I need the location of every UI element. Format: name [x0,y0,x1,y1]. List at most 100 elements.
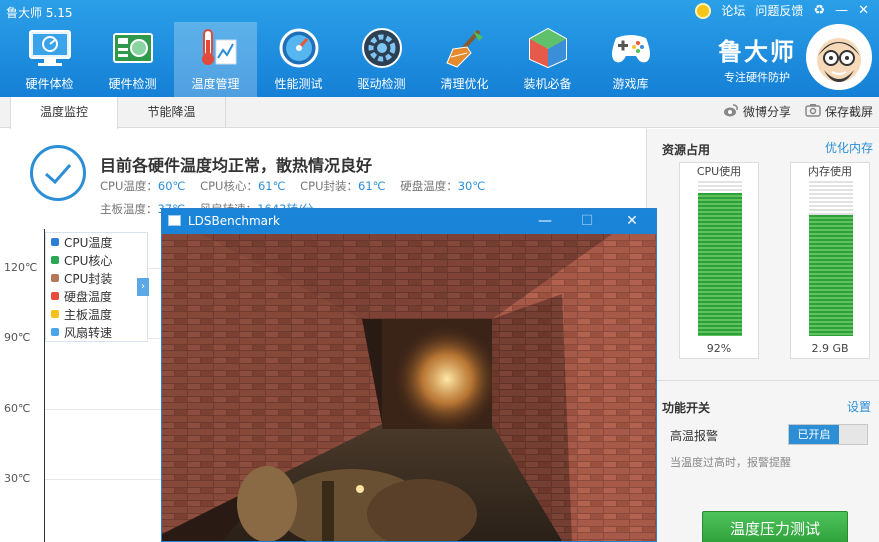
legend-swatch [51,328,59,336]
memory-usage-value: 2.9 GB [811,342,849,355]
save-screenshot-button[interactable]: 保存截屏 [805,103,873,120]
nav-game-library[interactable]: 游戏库 [589,22,672,97]
legend-item-board-temp[interactable]: 主板温度 [46,305,147,323]
cpu-usage-bar [698,181,742,336]
legend-label: CPU核心 [64,253,113,268]
memory-usage-bar [809,181,853,336]
nav-performance-test[interactable]: 性能测试 [257,22,340,97]
tab-energy-saving[interactable]: 节能降温 [118,97,226,128]
weibo-icon [723,103,739,120]
high-temp-alarm-hint: 当温度过高时，报警提醒 [670,456,791,469]
camera-icon [805,103,821,120]
gear-icon [359,26,405,70]
memory-usage-meter: 内存使用 2.9 GB [790,162,870,359]
mascot-avatar[interactable] [806,24,872,90]
cpu-usage-value: 92% [706,342,732,355]
benchmark-minimize-button[interactable]: — [525,211,565,231]
nav-hardware-detect[interactable]: 硬件检测 [91,22,174,97]
main-nav: 硬件体检 硬件检测 温度管理 性能测试 驱动检测 清理优化 装机必备 游戏库 [8,22,672,97]
nav-label: 驱动检测 [357,77,406,91]
status-title: 目前各硬件温度均正常，散热情况良好 [100,156,373,175]
legend-label: 风扇转速 [64,325,113,340]
nav-hardware-checkup[interactable]: 硬件体检 [8,22,91,97]
nav-label: 硬件体检 [25,77,74,91]
cpu-core-value: 61℃ [257,179,286,193]
weibo-share-button[interactable]: 微博分享 [723,103,791,120]
high-temp-alarm-toggle[interactable]: 已开启 [788,424,868,445]
gamepad-icon [608,26,654,70]
window-controls: 论坛 问题反馈 ♻ — ✕ [695,2,869,19]
legend-item-disk-temp[interactable]: 硬盘温度 [46,287,147,305]
app-window: 鲁大师 5.15 论坛 问题反馈 ♻ — ✕ 硬件体检 硬件检测 温度管理 性能… [0,0,879,542]
cpu-temp-value: 60℃ [157,179,186,193]
nav-label: 清理优化 [440,77,489,91]
brand-slogan: 专注硬件防护 [724,71,790,84]
monitor-icon [27,26,73,70]
legend-label: CPU温度 [64,235,113,250]
benchmark-close-button[interactable]: ✕ [612,211,652,231]
y-tick-label: 30℃ [4,472,31,485]
toggle-state: 已开启 [789,425,839,444]
legend-item-cpu-package[interactable]: CPU封装 [46,269,147,287]
nav-label: 硬件检测 [108,77,157,91]
circuit-board-icon [110,26,156,70]
legend-swatch [51,310,59,318]
nav-driver-detect[interactable]: 驱动检测 [340,22,423,97]
legend-item-cpu-core[interactable]: CPU核心 [46,251,147,269]
broom-icon [442,26,488,70]
coin-icon[interactable] [695,2,712,19]
close-icon[interactable]: ✕ [858,3,869,19]
resource-usage-title: 资源占用 [662,143,711,157]
status-check-icon [30,145,86,201]
legend-swatch [51,238,59,246]
disk-temp-label: 硬盘温度： [400,179,458,193]
right-panel: 资源占用 优化内存 CPU使用 92% 内存使用 2.9 GB 功能开关 设置 … [646,129,879,542]
divider [647,380,879,381]
nav-label: 游戏库 [612,77,649,91]
benchmark-title: LDSBenchmark [188,214,280,228]
skin-icon[interactable]: ♻ [813,3,825,19]
y-tick-label: 60℃ [4,402,31,415]
legend-item-fan-speed[interactable]: 风扇转速 [46,323,147,341]
cpu-core-label: CPU核心： [200,179,258,193]
weibo-share-label: 微博分享 [742,105,791,119]
benchmark-3d-scene [162,234,656,542]
brand-name: 鲁大师 [718,38,796,66]
app-window-icon [168,215,181,226]
temperature-stress-test-button[interactable]: 温度压力测试 [702,511,848,542]
nav-label: 装机必备 [523,77,572,91]
disk-temp-value: 30℃ [457,179,486,193]
cube-icon [525,26,571,70]
function-switch-title: 功能开关 [662,401,711,415]
nav-label: 温度管理 [191,77,240,91]
status-line-cpu: CPU温度：60℃ CPU核心：61℃ CPU封装：61℃ 硬盘温度：30℃ [100,178,485,194]
app-title: 鲁大师 5.15 [6,6,73,20]
settings-link[interactable]: 设置 [847,398,871,415]
minimize-icon[interactable]: — [835,3,848,19]
legend-item-cpu-temp[interactable]: CPU温度 [46,233,147,251]
y-tick-label: 120℃ [4,261,38,274]
benchmark-window[interactable]: LDSBenchmark — ☐ ✕ [161,208,657,542]
legend-collapse-button[interactable]: › [137,278,149,296]
legend-label: 主板温度 [64,307,113,322]
chart-legend: CPU温度 CPU核心 CPU封装 硬盘温度 主板温度 风扇转速 [45,232,148,342]
benchmark-titlebar[interactable]: LDSBenchmark — ☐ ✕ [162,209,656,234]
feedback-link[interactable]: 问题反馈 [755,2,803,19]
y-tick-label: 90℃ [4,331,31,344]
benchmark-maximize-button[interactable]: ☐ [567,211,607,231]
cpu-usage-label: CPU使用 [696,165,742,178]
legend-label: 硬盘温度 [64,289,113,304]
legend-swatch [51,256,59,264]
nav-clean-optimize[interactable]: 清理优化 [423,22,506,97]
tab-temperature-monitor[interactable]: 温度监控 [10,97,118,129]
high-temp-alarm-label: 高温报警 [670,429,719,443]
forum-link[interactable]: 论坛 [721,2,745,19]
nav-temperature-management[interactable]: 温度管理 [174,22,257,97]
cpu-package-label: CPU封装： [300,179,359,193]
cpu-temp-label: CPU温度： [100,179,158,193]
optimize-memory-link[interactable]: 优化内存 [825,139,873,156]
tab-actions: 微博分享 保存截屏 [723,103,873,120]
nav-essentials[interactable]: 装机必备 [506,22,589,97]
speedometer-icon [276,26,322,70]
cpu-usage-meter: CPU使用 92% [679,162,759,359]
